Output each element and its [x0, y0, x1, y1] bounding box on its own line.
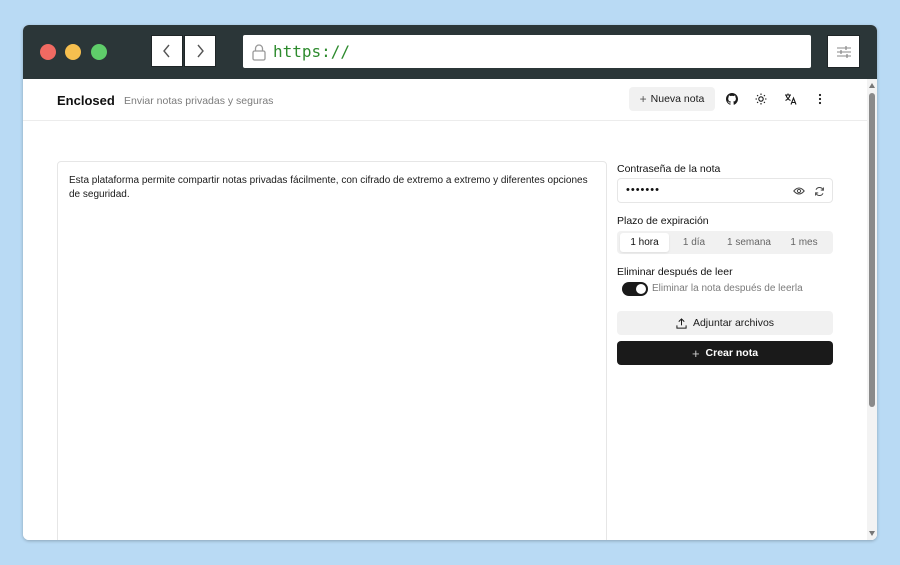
attach-files-label: Adjuntar archivos [692, 317, 775, 329]
expiration-selector: 1 hora 1 día 1 semana 1 mes [617, 231, 833, 254]
scroll-down-icon[interactable] [869, 531, 875, 536]
translate-icon[interactable] [783, 92, 797, 106]
expiration-label: Plazo de expiración [617, 215, 709, 227]
delete-after-read-toggle[interactable] [622, 282, 648, 296]
create-note-button[interactable]: + Crear nota [617, 341, 833, 365]
scroll-up-icon[interactable] [869, 83, 875, 88]
note-content: Esta plataforma permite compartir notas … [69, 175, 588, 200]
maximize-window-button[interactable] [91, 44, 107, 60]
theme-toggle-icon[interactable] [754, 92, 768, 106]
browser-settings-button[interactable] [827, 35, 860, 68]
upload-icon [676, 317, 687, 329]
expiration-option-1-dia[interactable]: 1 día [669, 233, 719, 252]
browser-chrome: https:// [23, 25, 877, 79]
url-text: https:// [273, 42, 351, 61]
password-field[interactable]: ••••••• [617, 178, 833, 203]
plus-icon: + [691, 345, 700, 361]
forward-button[interactable] [184, 35, 216, 67]
app-tagline: Enviar notas privadas y seguras [124, 95, 274, 107]
password-label: Contraseña de la nota [617, 163, 721, 175]
close-window-button[interactable] [40, 44, 56, 60]
expiration-option-1-hora[interactable]: 1 hora [620, 233, 669, 252]
plus-icon: + [639, 92, 647, 106]
password-value: ••••••• [626, 184, 660, 196]
app-title[interactable]: Enclosed [57, 93, 115, 108]
delete-after-read-toggle-label[interactable]: Eliminar la nota después de leerla [652, 283, 803, 294]
page-scrollbar[interactable] [867, 79, 877, 540]
scrollbar-thumb[interactable] [869, 93, 875, 407]
new-note-button[interactable]: + Nueva nota [629, 87, 715, 111]
chevron-left-icon [163, 44, 170, 58]
expiration-option-1-mes[interactable]: 1 mes [779, 233, 829, 252]
github-icon[interactable] [725, 92, 739, 106]
toggle-knob [636, 284, 646, 294]
new-note-label: Nueva nota [650, 93, 705, 105]
attach-files-button[interactable]: Adjuntar archivos [617, 311, 833, 335]
chevron-right-icon [197, 44, 204, 58]
more-options-icon[interactable] [813, 92, 827, 106]
delete-after-read-label: Eliminar después de leer [617, 266, 733, 278]
create-note-label: Crear nota [705, 347, 759, 359]
sliders-icon [836, 45, 851, 58]
eye-icon[interactable] [793, 185, 805, 197]
minimize-window-button[interactable] [65, 44, 81, 60]
refresh-icon[interactable] [813, 185, 825, 197]
expiration-option-1-semana[interactable]: 1 semana [719, 233, 779, 252]
lock-icon [251, 43, 267, 61]
note-editor[interactable]: Esta plataforma permite compartir notas … [57, 161, 607, 540]
page-content: Enclosed Enviar notas privadas y seguras… [23, 79, 877, 540]
address-bar[interactable]: https:// [243, 35, 811, 68]
browser-window: https:// Enclosed Enviar notas privadas … [23, 25, 877, 540]
back-button[interactable] [151, 35, 183, 67]
app-header: Enclosed Enviar notas privadas y seguras… [23, 79, 867, 121]
